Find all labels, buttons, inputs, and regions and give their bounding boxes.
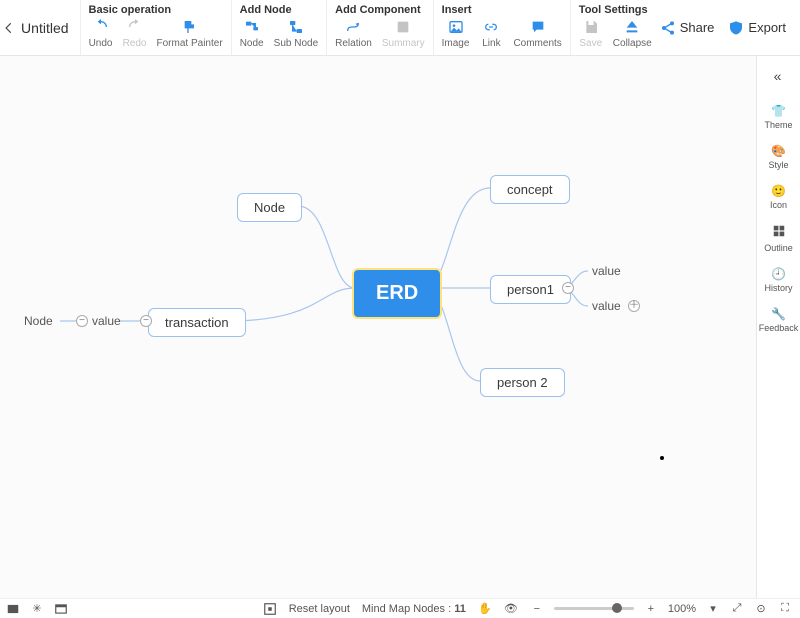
- theme-icon: 👕: [771, 104, 786, 118]
- link-icon: [482, 18, 500, 36]
- document-title[interactable]: Untitled: [17, 0, 79, 55]
- style-icon: 🎨: [771, 144, 786, 158]
- export-icon: [728, 20, 744, 36]
- node-left-node[interactable]: Node: [24, 314, 53, 328]
- save-button[interactable]: Save: [579, 18, 603, 49]
- group-title: Basic operation: [89, 4, 223, 16]
- group-basic-operation: Basic operation Undo Redo Format Painter: [80, 0, 231, 55]
- group-tool-settings: Tool Settings Save Collapse: [570, 0, 660, 55]
- zoom-in-button[interactable]: +: [644, 602, 658, 616]
- summary-button[interactable]: Summary: [382, 18, 425, 49]
- sidebar-icon[interactable]: 🙂 Icon: [757, 180, 800, 214]
- undo-button[interactable]: Undo: [89, 18, 113, 49]
- redo-button[interactable]: Redo: [123, 18, 147, 49]
- reset-layout-button[interactable]: Reset layout: [289, 603, 350, 615]
- collapse-button[interactable]: Collapse: [613, 18, 652, 49]
- view-mode-2-icon[interactable]: ✳: [30, 602, 44, 616]
- sidebar-feedback[interactable]: 🔧 Feedback: [757, 303, 800, 337]
- collapse-toggle[interactable]: −: [140, 315, 152, 327]
- export-button[interactable]: Export: [728, 20, 786, 36]
- node-person1-value2[interactable]: value: [592, 299, 621, 313]
- view-mode-1-icon[interactable]: [6, 602, 20, 616]
- mindmap-canvas[interactable]: ERD Node transaction − value − Node conc…: [0, 56, 756, 598]
- cursor-indicator: [660, 456, 664, 460]
- sidebar-toggle[interactable]: «: [757, 62, 800, 94]
- sidebar-history[interactable]: 🕘 History: [757, 263, 800, 297]
- collapse-toggle[interactable]: −: [76, 315, 88, 327]
- redo-icon: [126, 18, 144, 36]
- node-concept[interactable]: concept: [490, 175, 570, 204]
- node-person2[interactable]: person 2: [480, 368, 565, 397]
- collapse-toggle[interactable]: −: [562, 282, 574, 294]
- group-title: Add Node: [240, 4, 318, 16]
- reset-layout-icon[interactable]: [263, 602, 277, 616]
- collapse-icon: [623, 18, 641, 36]
- node-transaction[interactable]: transaction: [148, 308, 246, 337]
- node-node-top[interactable]: Node: [237, 193, 302, 222]
- right-actions: Share Export: [660, 0, 800, 55]
- add-child-button[interactable]: ＋: [628, 300, 640, 312]
- insert-comments-button[interactable]: Comments: [513, 18, 561, 49]
- share-button[interactable]: Share: [660, 20, 715, 36]
- sidebar-style[interactable]: 🎨 Style: [757, 140, 800, 174]
- node-person1[interactable]: person1: [490, 275, 571, 304]
- subnode-icon: [287, 18, 305, 36]
- add-subnode-button[interactable]: Sub Node: [274, 18, 318, 49]
- fit-screen-icon[interactable]: ⤢: [730, 602, 744, 616]
- right-sidebar: « 👕 Theme 🎨 Style 🙂 Icon Outline 🕘 Histo…: [756, 56, 800, 598]
- zoom-out-button[interactable]: −: [530, 602, 544, 616]
- chevron-down-icon[interactable]: ▾: [706, 602, 720, 616]
- undo-icon: [92, 18, 110, 36]
- zoom-level: 100%: [668, 603, 696, 615]
- icon-icon: 🙂: [771, 184, 786, 198]
- image-icon: [447, 18, 465, 36]
- node-icon: [243, 18, 261, 36]
- node-erd-center[interactable]: ERD: [352, 268, 442, 319]
- insert-image-button[interactable]: Image: [442, 18, 470, 49]
- sidebar-theme[interactable]: 👕 Theme: [757, 100, 800, 134]
- group-title: Tool Settings: [579, 4, 652, 16]
- insert-link-button[interactable]: Link: [479, 18, 503, 49]
- zoom-slider[interactable]: [554, 607, 634, 610]
- view-mode-3-icon[interactable]: [54, 602, 68, 616]
- group-add-component: Add Component Relation Summary: [326, 0, 433, 55]
- group-title: Insert: [442, 4, 562, 16]
- history-icon: 🕘: [771, 267, 786, 281]
- group-insert: Insert Image Link Comments: [433, 0, 570, 55]
- pan-icon[interactable]: ✋: [478, 602, 492, 616]
- summary-icon: [394, 18, 412, 36]
- outline-icon: [772, 224, 786, 241]
- feedback-icon: 🔧: [771, 307, 786, 321]
- status-bar: ✳ Reset layout Mind Map Nodes : 11 ✋ 👁 −…: [0, 598, 800, 618]
- visibility-icon[interactable]: 👁: [504, 602, 518, 616]
- fullscreen-icon[interactable]: ⛶: [778, 602, 792, 616]
- format-painter-icon: [181, 18, 199, 36]
- add-node-button[interactable]: Node: [240, 18, 264, 49]
- relation-icon: [344, 18, 362, 36]
- save-icon: [582, 18, 600, 36]
- comments-icon: [529, 18, 547, 36]
- format-painter-button[interactable]: Format Painter: [157, 18, 223, 49]
- group-add-node: Add Node Node Sub Node: [231, 0, 326, 55]
- back-button[interactable]: [0, 0, 17, 55]
- relation-button[interactable]: Relation: [335, 18, 372, 49]
- node-left-value[interactable]: value: [92, 314, 121, 328]
- sidebar-outline[interactable]: Outline: [757, 220, 800, 257]
- center-icon[interactable]: ⊙: [754, 602, 768, 616]
- share-icon: [660, 20, 676, 36]
- group-title: Add Component: [335, 4, 425, 16]
- nodes-count-label: Mind Map Nodes : 11: [362, 603, 466, 615]
- node-person1-value1[interactable]: value: [592, 264, 621, 278]
- toolbar: Untitled Basic operation Undo Redo Forma…: [0, 0, 800, 56]
